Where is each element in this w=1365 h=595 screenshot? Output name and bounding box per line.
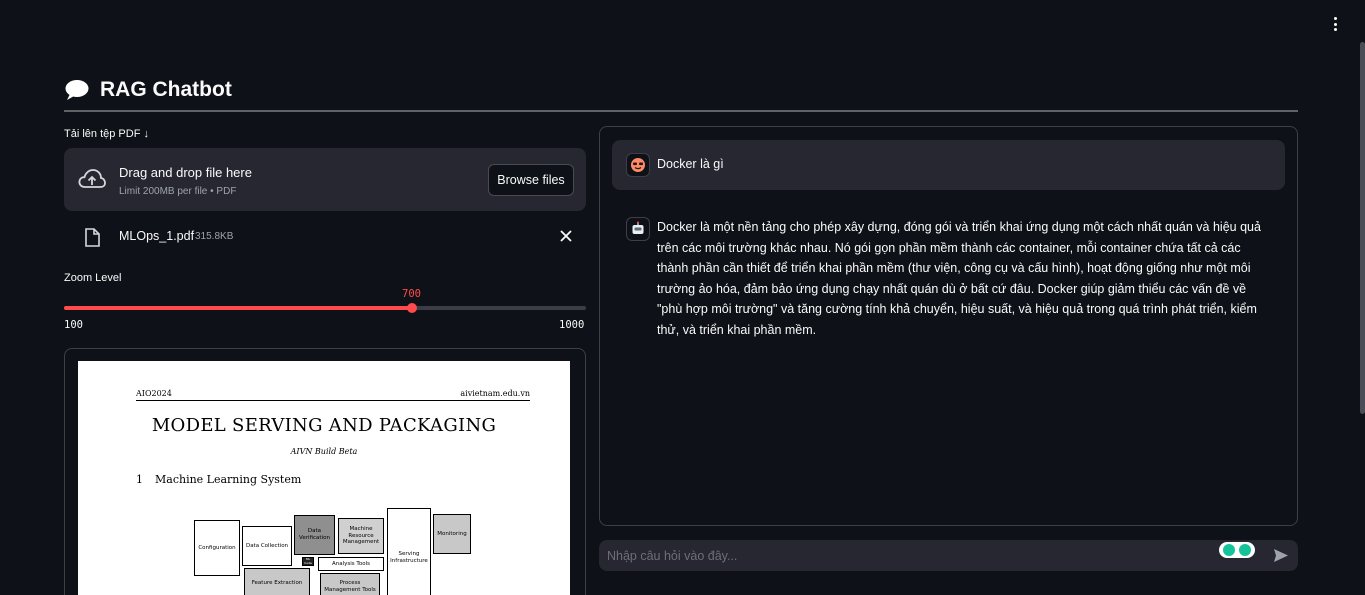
chat-history-panel: Docker là gì Docker là một nền tảng cho … bbox=[599, 126, 1298, 526]
uploaded-file-size: 315.8KB bbox=[195, 231, 234, 242]
pdf-title: MODEL SERVING AND PACKAGING bbox=[151, 415, 497, 436]
zoom-slider-min: 100 bbox=[64, 319, 83, 331]
diagram-data-verification: Data Verification bbox=[294, 515, 335, 555]
pdf-header-right: aivietnam.edu.vn bbox=[460, 389, 530, 398]
pdf-section-title: Machine Learning System bbox=[155, 473, 302, 486]
uploaded-file-name: MLOps_1.pdf bbox=[119, 229, 195, 243]
main-menu-button[interactable] bbox=[1327, 16, 1343, 32]
diagram-feature-extraction: Feature Extraction bbox=[244, 568, 310, 595]
diagram-monitoring: Monitoring bbox=[433, 514, 471, 554]
browse-files-button[interactable]: Browse files bbox=[488, 164, 574, 196]
scrollbar[interactable] bbox=[1360, 42, 1365, 414]
dropzone-instruction: Drag and drop file here bbox=[119, 165, 252, 180]
cloud-upload-icon bbox=[78, 169, 106, 188]
zoom-level-label: Zoom Level bbox=[64, 272, 122, 284]
pdf-header-rule bbox=[136, 400, 530, 401]
file-dropzone[interactable]: Drag and drop file here Limit 200MB per … bbox=[64, 148, 586, 211]
uploader-label: Tải lên tệp PDF ↓ bbox=[64, 128, 149, 140]
diagram-analysis-tools: Analysis Tools bbox=[318, 557, 384, 571]
zoom-slider[interactable] bbox=[64, 303, 586, 313]
assistant-message-text: Docker là một nền tảng cho phép xây dựng… bbox=[657, 220, 1261, 337]
file-icon bbox=[85, 228, 100, 247]
dropzone-limit: Limit 200MB per file • PDF bbox=[119, 186, 237, 197]
diagram-serving-infrastructure: Serving Infrastructure bbox=[387, 508, 431, 595]
diagram-ml-code: ML Code bbox=[302, 557, 314, 566]
diagram-process-management: Process Management Tools bbox=[320, 573, 380, 595]
zoom-slider-value: 700 bbox=[402, 288, 421, 300]
diagram-configuration: Configuration bbox=[194, 520, 240, 576]
bot-avatar-icon bbox=[626, 217, 650, 241]
uploaded-file-row: MLOps_1.pdf 315.8KB bbox=[64, 224, 586, 250]
zoom-slider-max: 1000 bbox=[559, 319, 585, 331]
page-title: RAG Chatbot bbox=[100, 78, 232, 101]
pdf-section-number: 1 bbox=[136, 473, 143, 486]
pdf-section-heading: 1 Machine Learning System bbox=[136, 473, 301, 486]
grammarly-icon[interactable] bbox=[1219, 542, 1255, 558]
zoom-slider-fill bbox=[64, 306, 412, 310]
diagram-machine-resource: Machine Resource Management bbox=[338, 518, 384, 554]
chat-input-bar bbox=[599, 540, 1298, 571]
send-icon[interactable] bbox=[1273, 548, 1289, 563]
pdf-page: AIO2024 aivietnam.edu.vn MODEL SERVING A… bbox=[78, 361, 570, 595]
zoom-slider-thumb[interactable] bbox=[407, 303, 417, 313]
pdf-subtitle: AIVN Build Beta bbox=[290, 447, 358, 456]
page-header: RAG Chatbot bbox=[64, 78, 232, 102]
user-avatar-icon bbox=[626, 153, 650, 177]
chat-message-user: Docker là gì bbox=[612, 140, 1285, 190]
title-divider bbox=[64, 110, 1298, 112]
speech-balloon-icon bbox=[65, 80, 89, 100]
close-icon[interactable] bbox=[560, 230, 572, 242]
pdf-header-left: AIO2024 bbox=[136, 389, 172, 398]
pdf-preview-container[interactable]: AIO2024 aivietnam.edu.vn MODEL SERVING A… bbox=[64, 348, 586, 595]
diagram-data-collection: Data Collection bbox=[242, 526, 292, 566]
user-message-text: Docker là gì bbox=[657, 157, 724, 171]
chat-input[interactable] bbox=[599, 540, 1209, 571]
